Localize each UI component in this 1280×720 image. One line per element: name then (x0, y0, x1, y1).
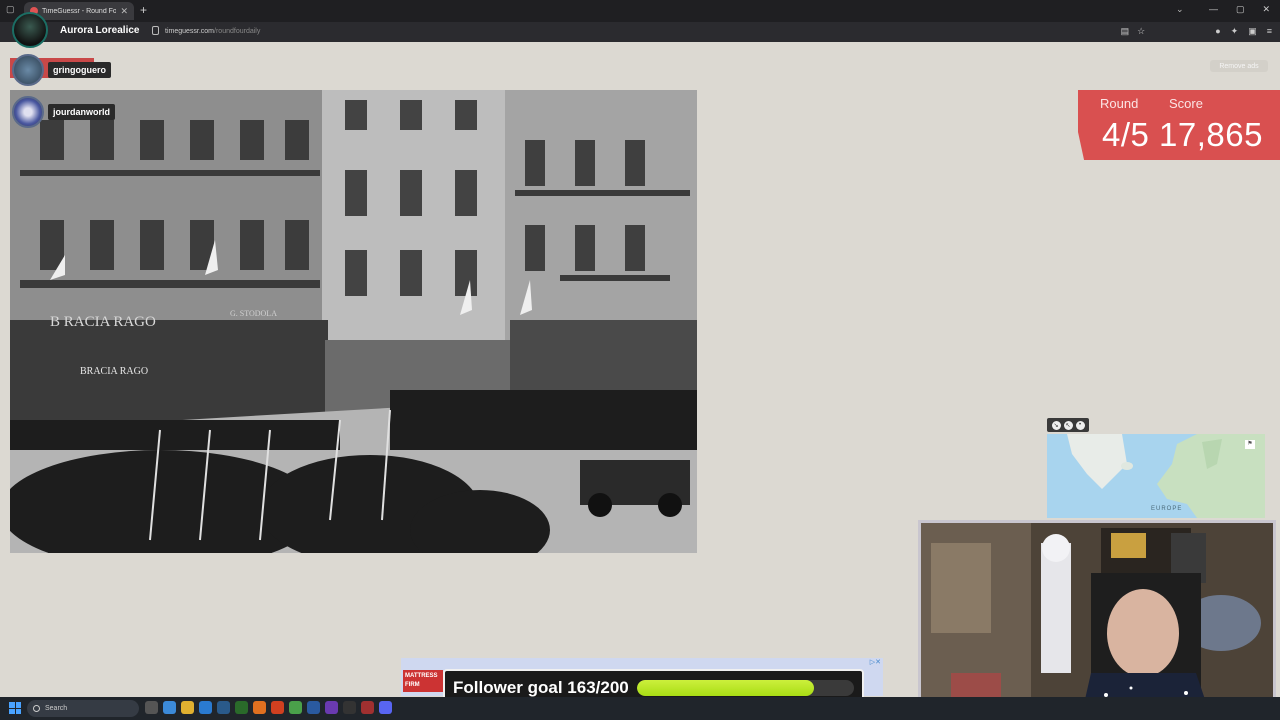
taskbar: Search (0, 697, 1280, 720)
app-icon[interactable] (307, 701, 320, 714)
taskbar-icons (145, 701, 392, 714)
extensions-icon[interactable]: ✦ (1231, 26, 1239, 37)
round-value: 4/5 (1102, 116, 1150, 153)
remove-ads-button[interactable]: Remove ads (1210, 60, 1268, 72)
shop-sign-2: BRACIA RAGO (80, 366, 148, 377)
window-controls: — ▢ ✕ (1209, 4, 1270, 15)
menu-icon[interactable]: ≡ (1267, 26, 1272, 37)
file-explorer-icon[interactable] (181, 701, 194, 714)
task-view-icon[interactable] (145, 701, 158, 714)
shop-sign-1: B RACIA RAGO (50, 314, 156, 330)
flag-icon[interactable]: ⚑ (1245, 440, 1255, 449)
follower-goal-bar (636, 679, 854, 696)
url-host: timeguessr.com (165, 28, 215, 35)
map-region-label: EUROPE (1151, 506, 1183, 512)
viewer-name: gringoguero (48, 62, 111, 78)
discord-icon[interactable] (379, 701, 392, 714)
shield-icon[interactable]: ● (1215, 26, 1220, 37)
follower-goal-text: Follower goal 163/200 (453, 677, 629, 697)
map-expand-icon[interactable]: ↘ (1051, 420, 1061, 430)
address-bar: Aurora Lorealice timeguessr.com/roundfou… (0, 22, 1280, 42)
viewer-badge-jourdanworld: jourdanworld (12, 96, 115, 128)
score-value: 17,865 (1159, 116, 1263, 153)
browser-tab-bar: ▢ TimeGuessr - Round Four ✕ + ⌄ — ▢ ✕ (0, 0, 1280, 22)
score-label: Score (1169, 96, 1203, 111)
taskbar-search-label: Search (45, 705, 68, 712)
copilot-icon[interactable] (163, 701, 176, 714)
viewer-avatar (12, 54, 44, 86)
guess-map[interactable]: ⚑ EUROPE (1047, 434, 1265, 518)
ad-logo: MATTRESS FIRM (403, 670, 443, 692)
edge-icon[interactable] (199, 701, 212, 714)
map-shrink-icon[interactable]: ↖ (1063, 420, 1073, 430)
historical-photo: B RACIA RAGO BRACIA RAGO G. STODOLA (10, 90, 697, 553)
shop-sign-3: G. STODOLA (230, 309, 277, 318)
terminal-icon[interactable] (343, 701, 356, 714)
ad-close-icon[interactable]: ▷✕ (870, 658, 881, 666)
browser-toolbar-icons: ▤ ☆ ● ✦ ▣ ≡ (1121, 26, 1272, 37)
map-pin-icon[interactable]: • (1075, 420, 1085, 430)
score-panel: Round Score 4/5 17,865 (1078, 90, 1280, 160)
viewer-name: jourdanworld (48, 104, 115, 120)
firefox-icon[interactable] (253, 701, 266, 714)
lock-icon[interactable] (152, 26, 159, 35)
round-score-value: 4/5 17,865 (1102, 116, 1263, 154)
steam-icon[interactable] (217, 701, 230, 714)
taskbar-search[interactable]: Search (27, 700, 139, 717)
map-tools: ↘ ↖ • (1047, 418, 1089, 432)
search-icon (33, 705, 40, 712)
viewer-avatar (12, 96, 44, 128)
start-windows-icon[interactable] (9, 702, 21, 714)
bookmark-star-icon[interactable]: ☆ (1137, 26, 1145, 37)
maximize-icon[interactable]: ▢ (1236, 4, 1245, 15)
tab-title: TimeGuessr - Round Four (42, 7, 117, 15)
app-icon[interactable] (325, 701, 338, 714)
round-label: Round (1100, 96, 1139, 111)
tab-list-chevron-icon[interactable]: ⌄ (1176, 4, 1184, 15)
app-icon[interactable] (289, 701, 302, 714)
reader-mode-icon[interactable]: ▤ (1121, 26, 1130, 37)
xbox-icon[interactable] (235, 701, 248, 714)
viewer-badge-gringoguero: gringoguero (12, 54, 111, 86)
sidebar-icon[interactable]: ▣ (1248, 26, 1257, 37)
streamer-name: Aurora Lorealice (60, 25, 140, 36)
close-tab-icon[interactable]: ✕ (120, 6, 128, 17)
close-window-icon[interactable]: ✕ (1262, 4, 1270, 15)
streamer-avatar (12, 12, 48, 48)
webcam-overlay (918, 520, 1276, 720)
url-field[interactable]: timeguessr.com/roundfourdaily (165, 28, 260, 35)
minimize-icon[interactable]: — (1209, 4, 1218, 15)
new-tab-icon[interactable]: + (140, 3, 147, 17)
tab-menu-icon[interactable]: ▢ (6, 4, 15, 15)
url-path: /roundfourdaily (214, 28, 261, 35)
follower-goal-fill (636, 679, 814, 696)
app-icon[interactable] (361, 701, 374, 714)
brave-icon[interactable] (271, 701, 284, 714)
